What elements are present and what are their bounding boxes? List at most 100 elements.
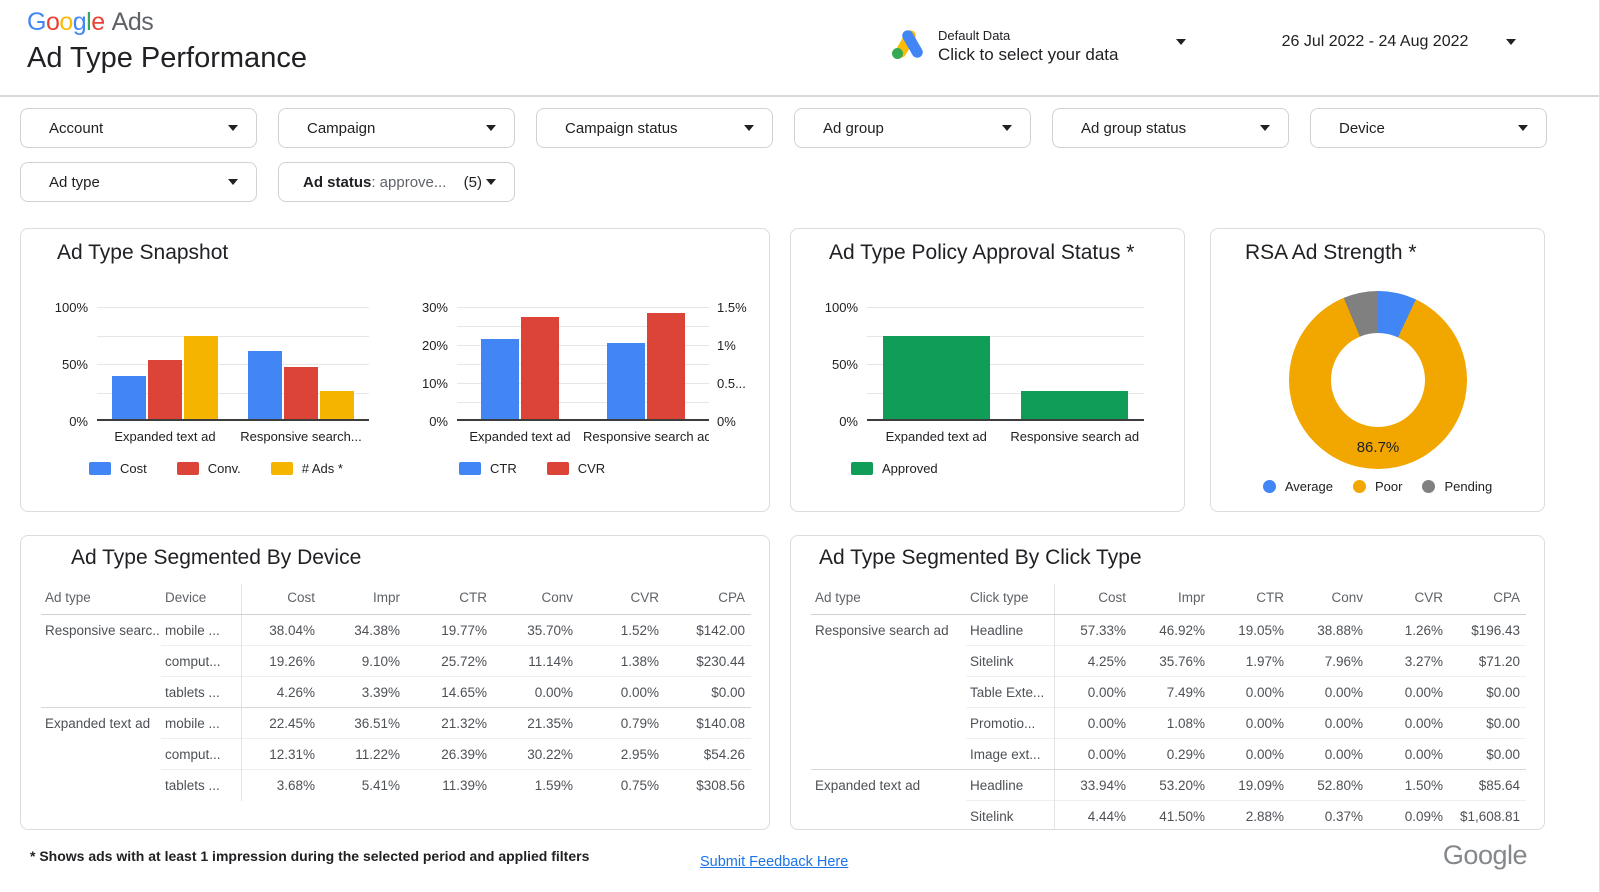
table-cell: Responsive searc... — [45, 622, 161, 638]
table-row[interactable]: Sitelink 4.44% 41.50% 2.88% 0.37% 0.09% $1,608… — [811, 800, 1526, 829]
rsa-donut-chart[interactable]: 86.7% — [1289, 291, 1467, 469]
bar-group-expanded-text-ad — [457, 307, 583, 419]
filter-chip-label: Ad type — [49, 173, 100, 191]
submit-feedback-link[interactable]: Submit Feedback Here — [700, 854, 848, 870]
y-axis-tick-right: 0% — [717, 414, 736, 429]
table-row[interactable]: Responsive searc... mobile ... 38.04% 34.38… — [41, 614, 751, 646]
column-header-cost: Cost — [240, 584, 321, 615]
bar-ctr-responsive-search-ad[interactable] — [607, 343, 645, 419]
table-cell: $71.20 — [1449, 645, 1526, 677]
table-cell: 1.97% — [1211, 645, 1290, 677]
table-cell: 38.88% — [1317, 622, 1363, 638]
bar-conv-responsive-search[interactable] — [284, 367, 318, 419]
column-header-click-type: Click type — [966, 584, 1054, 615]
table-row[interactable]: tablets ... 4.26% 3.39% 14.65% 0.00% 0.00% $0.… — [41, 676, 751, 708]
table-cell: 2.88% — [1211, 800, 1290, 829]
column-header-ad-type: Ad type — [811, 584, 966, 615]
bar-ads-expanded-text-ad[interactable] — [184, 336, 218, 419]
data-source-hint: Click to select your data — [938, 44, 1119, 64]
filter-chip-ad-group[interactable]: Ad group — [794, 108, 1031, 148]
table-cell — [811, 739, 966, 770]
legend-label: Approved — [882, 461, 938, 476]
table-row[interactable]: tablets ... 3.68% 5.41% 11.39% 1.59% 0.75% $30… — [41, 769, 751, 801]
filter-chip-device[interactable]: Device — [1310, 108, 1547, 148]
table-cell: 0.29% — [1132, 738, 1211, 770]
legend-swatch — [851, 462, 873, 475]
filter-chip-ad-type[interactable]: Ad type — [20, 162, 257, 202]
x-axis-labels: Expanded text ad Responsive search... — [97, 429, 369, 444]
table-cell: 7.49% — [1132, 676, 1211, 708]
bar-cvr-expanded-text-ad[interactable] — [521, 317, 559, 419]
legend-label: Average — [1284, 479, 1333, 494]
bar-approved-expanded-text-ad[interactable] — [882, 336, 990, 419]
filter-chip-campaign-status[interactable]: Campaign status — [536, 108, 773, 148]
legend-item-cvr: CVR — [546, 461, 605, 476]
table-cell: 0.00% — [1369, 707, 1449, 739]
table-cell: 19.77% — [441, 622, 487, 638]
bar-conv-expanded-text-ad[interactable] — [148, 359, 182, 419]
filter-chip-account[interactable]: Account — [20, 108, 257, 148]
device-table-wrap: Ad type Device Cost Impr CTR Conv CVR CPA Respon… — [41, 584, 751, 801]
x-axis-label: Expanded text ad — [469, 429, 571, 444]
table-row[interactable]: Expanded text ad mobile ... 22.45% 36.51% 21… — [41, 707, 751, 739]
bar-group-responsive-search-ad — [1006, 307, 1145, 419]
table-cell: 0.00% — [579, 676, 665, 708]
bar-ads-responsive-search[interactable] — [320, 391, 354, 419]
column-header-conv: Conv — [493, 584, 579, 615]
table-cell: 38.04% — [240, 614, 321, 646]
table-header-row: Ad type Click type Cost Impr CTR Conv CVR CPA — [811, 584, 1526, 615]
table-cell: $85.64 — [1449, 769, 1526, 801]
table-row[interactable]: Expanded text ad Headline 33.94% 53.20% 19.0… — [811, 769, 1526, 801]
logo-letter: e — [91, 8, 105, 36]
table-cell: 0.00% — [1369, 676, 1449, 708]
x-axis-label: Responsive search... — [240, 429, 362, 444]
table-cell: $230.44 — [665, 645, 751, 677]
filter-chip-campaign[interactable]: Campaign — [278, 108, 515, 148]
table-cell: $0.00 — [665, 676, 751, 708]
bar-ctr-expanded-text-ad[interactable] — [481, 339, 519, 419]
google-ads-logo: Google Ads — [27, 8, 154, 37]
table-cell: 46.92% — [1159, 622, 1205, 638]
table-cell: 0.00% — [1053, 707, 1132, 739]
bar-cvr-responsive-search-ad[interactable] — [647, 312, 685, 419]
data-source-selector[interactable]: Default Data Click to select your data — [888, 20, 1198, 72]
legend-swatch — [89, 462, 111, 475]
bar-group-expanded-text-ad — [97, 307, 233, 419]
table-cell: 34.38% — [354, 622, 400, 638]
table-cell: $142.00 — [696, 622, 745, 638]
table-cell: 1.38% — [579, 645, 665, 677]
chevron-down-icon — [486, 125, 496, 131]
rsa-legend: Average Poor Pending — [1211, 479, 1544, 494]
google-footer-logo: Google — [1442, 840, 1528, 870]
x-axis-label: Expanded text ad — [114, 429, 216, 444]
table-cell: 0.00% — [1211, 738, 1290, 770]
filter-chip-label: Campaign — [307, 119, 376, 137]
filter-chip-ad-group-status[interactable]: Ad group status — [1052, 108, 1289, 148]
legend-swatch — [459, 462, 481, 475]
table-cell: 1.26% — [1404, 622, 1443, 638]
bar-approved-responsive-search-ad[interactable] — [1021, 391, 1129, 419]
bar-cost-expanded-text-ad[interactable] — [112, 376, 146, 419]
table-cell: Headline — [966, 769, 1054, 801]
legend-swatch — [1353, 480, 1366, 493]
legend-label: Pending — [1444, 479, 1493, 494]
table-row[interactable]: Table Exte... 0.00% 7.49% 0.00% 0.00% 0.00% $0… — [811, 676, 1526, 708]
filter-chip-ad-status[interactable]: Ad status: approve... (5) — [278, 162, 515, 202]
table-cell: 0.00% — [1290, 676, 1369, 708]
column-header-cpa: CPA — [1449, 584, 1526, 615]
table-row[interactable]: Image ext... 0.00% 0.29% 0.00% 0.00% 0.00% $0.… — [811, 738, 1526, 770]
table-cell: 21.35% — [493, 707, 579, 739]
table-row[interactable]: Promotio... 0.00% 1.08% 0.00% 0.00% 0.00% $0.0… — [811, 707, 1526, 739]
date-range-selector[interactable]: 26 Jul 2022 - 24 Aug 2022 — [1235, 33, 1515, 51]
legend-swatch — [546, 462, 569, 475]
bar-cost-responsive-search[interactable] — [248, 350, 282, 419]
table-row[interactable]: comput... 12.31% 11.22% 26.39% 30.22% 2.95% $5… — [41, 738, 751, 770]
column-header-impr: Impr — [321, 584, 406, 615]
legend-label: Poor — [1375, 479, 1403, 494]
date-range-caret-icon — [1506, 39, 1516, 45]
table-row[interactable]: Responsive search ad Headline 57.33% 46.92%… — [811, 614, 1526, 646]
legend-item-cost: Cost — [89, 461, 147, 476]
table-row[interactable]: comput... 19.26% 9.10% 25.72% 11.14% 1.38% $23… — [41, 645, 751, 677]
google-ads-icon — [888, 28, 924, 65]
table-row[interactable]: Sitelink 4.25% 35.76% 1.97% 7.96% 3.27% $71.20 — [811, 645, 1526, 677]
